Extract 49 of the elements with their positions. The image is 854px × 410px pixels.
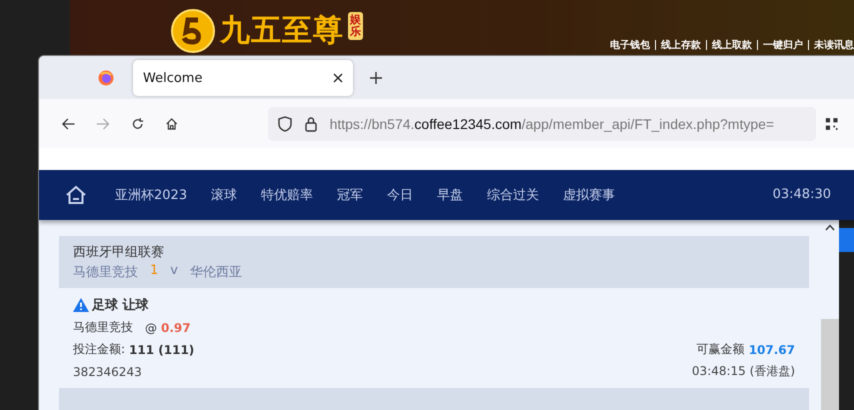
at-text: @ <box>145 320 157 334</box>
top-link[interactable]: 未读讯息 <box>814 38 854 52</box>
top-link[interactable]: 电子钱包 <box>610 38 650 52</box>
nav-link[interactable]: 亚洲杯2023 <box>115 186 188 204</box>
team-name: 华伦西亚 <box>190 264 242 281</box>
ticket-number: 382346243 <box>73 364 142 378</box>
browser-logo-icon[interactable] <box>98 70 114 86</box>
nav-link[interactable]: 虚拟赛事 <box>563 186 616 204</box>
stake-value: 111 (111) <box>129 342 194 356</box>
nav-link[interactable]: 冠军 <box>337 186 364 204</box>
pick-text: 马德里竞技 <box>73 319 133 336</box>
nav-link[interactable]: 特优赔率 <box>261 186 314 204</box>
logo-badge: 娱乐 <box>348 12 363 40</box>
qr-code-icon[interactable] <box>824 116 838 132</box>
home-icon[interactable] <box>165 116 179 132</box>
reload-icon[interactable] <box>130 116 144 132</box>
url-text: https://bn574.coffee12345.com/app/member_api/FT_index.php?mtype= <box>330 116 774 132</box>
versus-text: v <box>170 263 178 280</box>
side-panel-edge <box>839 228 854 252</box>
clock-text: 03:48:30 <box>772 187 831 202</box>
bet-time: 03:48:15 (香港盘) <box>692 363 795 380</box>
address-bar[interactable]: https://bn574.coffee12345.com/app/member_api/FT_index.php?mtype= <box>268 106 816 141</box>
new-tab-icon[interactable] <box>369 70 383 85</box>
nav-link[interactable]: 滚球 <box>211 186 238 204</box>
shield-icon[interactable] <box>278 116 292 132</box>
logo-icon <box>170 8 216 54</box>
logo-text: 九五至尊 <box>220 12 344 50</box>
close-icon[interactable] <box>333 73 343 84</box>
nav-link[interactable]: 今日 <box>387 186 414 204</box>
lock-icon[interactable] <box>304 116 318 132</box>
payout-label: 可赢金额 <box>696 341 745 358</box>
nav-link[interactable]: 早盘 <box>437 186 464 204</box>
team-name: 马德里竞技 <box>73 264 138 281</box>
top-link[interactable]: 线上存款 <box>661 38 701 52</box>
browser-tab[interactable]: Welcome <box>133 60 353 96</box>
top-link[interactable]: 线上取款 <box>712 38 752 52</box>
score-text: 1 <box>150 263 158 280</box>
scroll-up-icon[interactable] <box>825 224 835 231</box>
home-icon[interactable] <box>65 184 87 205</box>
odds-value: 0.97 <box>161 320 191 334</box>
top-link[interactable]: 一键归户 <box>763 38 803 52</box>
payout-value: 107.67 <box>748 342 795 356</box>
scrollbar-thumb[interactable] <box>821 319 839 410</box>
league-name: 西班牙甲组联赛 <box>73 244 165 261</box>
back-icon[interactable] <box>62 116 76 131</box>
warning-icon <box>73 298 89 312</box>
bet-type-title: 足球 让球 <box>92 297 149 314</box>
nav-link[interactable]: 综合过关 <box>487 186 540 204</box>
stake-label: 投注金额: <box>73 341 126 358</box>
